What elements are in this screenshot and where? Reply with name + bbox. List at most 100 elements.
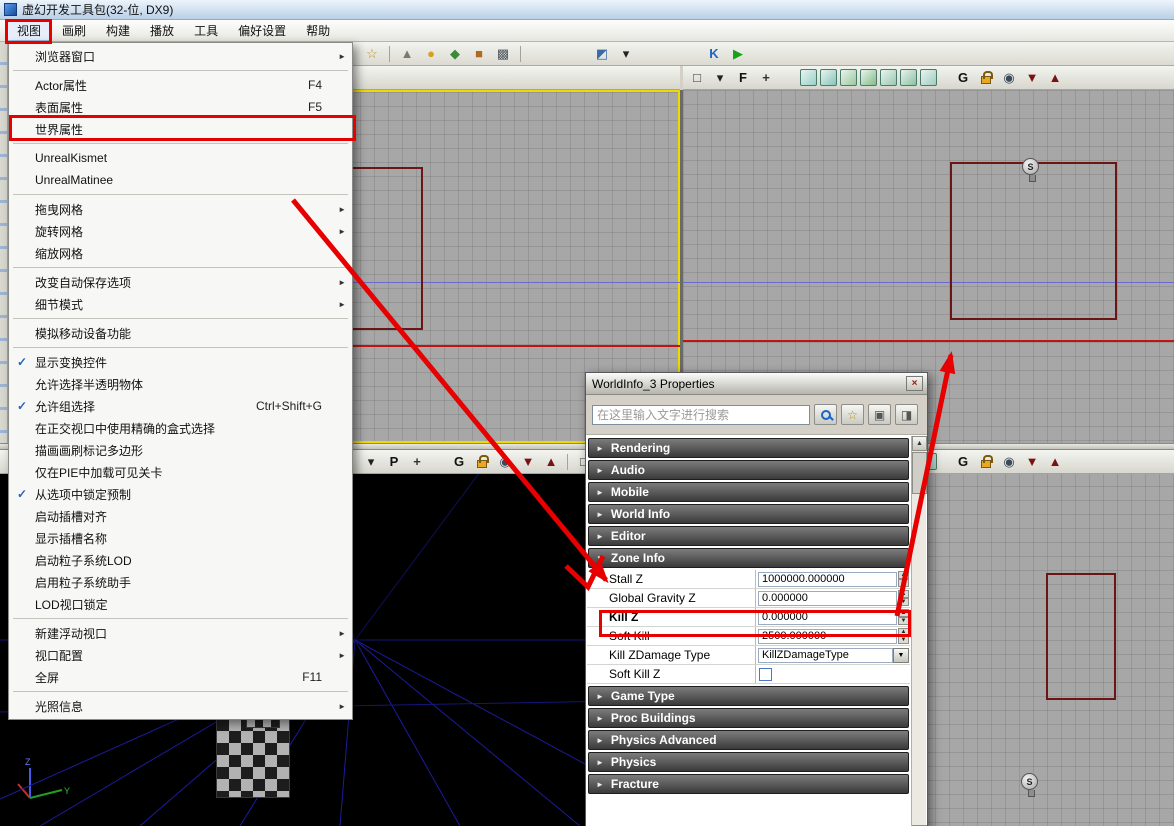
menu-item-surface-properties[interactable]: 表面属性F5 xyxy=(9,96,352,118)
lock-viewport-icon[interactable] xyxy=(976,68,996,88)
search-icon[interactable] xyxy=(814,404,837,425)
category-proc-buildings[interactable]: ►Proc Buildings xyxy=(588,708,909,728)
menu-item-drag-grid[interactable]: 拖曳网格► xyxy=(9,198,352,220)
window-titlebar[interactable]: 虚幻开发工具包(32-位, DX9) xyxy=(0,0,1174,20)
menu-item-socket-snapping[interactable]: 启动插槽对齐 xyxy=(9,505,352,527)
spin-down-icon[interactable]: ▼ xyxy=(898,617,909,625)
checker-cube[interactable] xyxy=(216,718,290,798)
spin-down-icon[interactable]: ▼ xyxy=(898,579,909,587)
brush-outline-bottom-right[interactable] xyxy=(1046,573,1116,700)
menu-item-scale-grid[interactable]: 缩放网格 xyxy=(9,242,352,264)
scrollbar-thumb[interactable] xyxy=(912,452,927,494)
menu-item-strict-box-selection[interactable]: 在正交视口中使用精确的盒式选择 xyxy=(9,417,352,439)
spin-up-icon[interactable]: ▲ xyxy=(898,609,909,617)
value-text[interactable]: 1000000.000000 xyxy=(758,572,897,587)
viewport-options-icon[interactable]: ▾ xyxy=(710,68,730,88)
socket-snap-icon[interactable]: ▼ xyxy=(518,452,538,472)
build-cover-icon[interactable]: ■ xyxy=(469,44,489,64)
menubar-item-preferences[interactable]: 偏好设置 xyxy=(228,20,296,41)
lit-mode-icon[interactable] xyxy=(860,69,877,86)
show-flags-icon[interactable]: ◉ xyxy=(495,452,515,472)
spin-up-icon[interactable]: ▲ xyxy=(898,590,909,598)
menu-item-unreal-matinee[interactable]: UnrealMatinee xyxy=(9,169,352,191)
menubar-item-view[interactable]: 视图 xyxy=(6,20,52,41)
menu-item-lod-viewport-lock[interactable]: LOD视口锁定 xyxy=(9,593,352,615)
menu-item-viewport-configuration[interactable]: 视口配置► xyxy=(9,644,352,666)
socket-lock-icon[interactable]: ▲ xyxy=(1045,452,1065,472)
category-fracture[interactable]: ►Fracture xyxy=(588,774,909,794)
category-audio[interactable]: ►Audio xyxy=(588,460,909,480)
menu-item-rotation-grid[interactable]: 旋转网格► xyxy=(9,220,352,242)
favorites-icon[interactable]: ☆ xyxy=(362,44,382,64)
menu-item-world-properties[interactable]: 世界属性 xyxy=(9,118,352,140)
spinner-control[interactable]: ▲▼ xyxy=(898,628,909,644)
category-rendering[interactable]: ►Rendering xyxy=(588,438,909,458)
menu-item-detail-mode[interactable]: 细节模式► xyxy=(9,293,352,315)
properties-scrollbar[interactable]: ▲ ▼ xyxy=(911,436,926,826)
advanced-options-icon[interactable]: ◨ xyxy=(895,404,918,425)
menubar-item-help[interactable]: 帮助 xyxy=(296,20,340,41)
close-icon[interactable]: × xyxy=(906,376,923,391)
unlit-mode-icon[interactable] xyxy=(840,69,857,86)
menu-item-emulate-mobile-features[interactable]: 模拟移动设备功能 xyxy=(9,322,352,344)
category-zone-info[interactable]: ▼Zone Info xyxy=(588,548,909,568)
game-view-icon[interactable]: G xyxy=(449,452,469,472)
light-actor-sprite[interactable]: S xyxy=(1022,158,1042,185)
copy-to-clipboard-icon[interactable]: ▣ xyxy=(868,404,891,425)
brush-outline-top-right[interactable] xyxy=(950,162,1117,320)
value-text[interactable]: 0.000000 xyxy=(758,591,897,606)
menu-item-lock-prefabs-from-selection[interactable]: ✓从选项中锁定预制 xyxy=(9,483,352,505)
menu-item-browser-windows[interactable]: 浏览器窗口► xyxy=(9,45,352,67)
wireframe-mode-icon[interactable] xyxy=(800,69,817,86)
value-text[interactable]: 0.000000 xyxy=(758,610,897,625)
menu-item-unreal-kismet[interactable]: UnrealKismet xyxy=(9,147,352,169)
menu-item-show-transform-widget[interactable]: ✓显示变换控件 xyxy=(9,351,352,373)
value-text[interactable]: 2500.000000 xyxy=(758,629,897,644)
front-view-label[interactable]: F xyxy=(733,68,753,88)
menubar-item-tools[interactable]: 工具 xyxy=(184,20,228,41)
spin-up-icon[interactable]: ▲ xyxy=(898,628,909,636)
shader-complexity-mode-icon[interactable] xyxy=(920,69,937,86)
build-lighting-icon[interactable]: ● xyxy=(421,44,441,64)
spin-down-icon[interactable]: ▼ xyxy=(898,636,909,644)
pie-options-icon[interactable]: ▾ xyxy=(616,44,636,64)
category-game-type[interactable]: ►Game Type xyxy=(588,686,909,706)
dropdown-arrow-icon[interactable]: ▼ xyxy=(893,648,909,663)
game-view-icon[interactable]: G xyxy=(953,452,973,472)
socket-snap-icon[interactable]: ▼ xyxy=(1022,68,1042,88)
menu-item-autosave-options[interactable]: 改变自动保存选项► xyxy=(9,271,352,293)
menu-item-allow-group-selection[interactable]: ✓允许组选择Ctrl+Shift+G xyxy=(9,395,352,417)
show-flags-icon[interactable]: ◉ xyxy=(999,452,1019,472)
value-text[interactable]: KillZDamageType xyxy=(758,648,893,663)
detail-lighting-mode-icon[interactable] xyxy=(880,69,897,86)
menubar-item-play[interactable]: 播放 xyxy=(140,20,184,41)
properties-window-titlebar[interactable]: WorldInfo_3 Properties × xyxy=(586,373,927,395)
spin-down-icon[interactable]: ▼ xyxy=(898,598,909,606)
socket-lock-icon[interactable]: ▲ xyxy=(541,452,561,472)
menu-item-particle-system-lod[interactable]: 启动粒子系统LOD xyxy=(9,549,352,571)
lock-viewport-icon[interactable] xyxy=(976,452,996,472)
menu-item-pie-visible-levels-only[interactable]: 仅在PIE中加载可见关卡 xyxy=(9,461,352,483)
build-all-icon[interactable]: ▩ xyxy=(493,44,513,64)
light-actor-sprite-2[interactable]: S xyxy=(1021,773,1041,800)
category-editor[interactable]: ►Editor xyxy=(588,526,909,546)
menu-item-show-socket-names[interactable]: 显示插槽名称 xyxy=(9,527,352,549)
lighting-only-mode-icon[interactable] xyxy=(900,69,917,86)
category-physics-advanced[interactable]: ►Physics Advanced xyxy=(588,730,909,750)
socket-lock-icon[interactable]: ▲ xyxy=(1045,68,1065,88)
play-in-editor-icon[interactable]: ▶ xyxy=(728,44,748,64)
show-flags-icon[interactable]: ◉ xyxy=(999,68,1019,88)
move-widget-icon[interactable]: + xyxy=(756,68,776,88)
brush-wireframe-mode-icon[interactable] xyxy=(820,69,837,86)
move-widget-icon[interactable]: + xyxy=(407,452,427,472)
spinner-control[interactable]: ▲▼ xyxy=(898,609,909,625)
checkbox[interactable] xyxy=(759,668,772,681)
socket-snap-icon[interactable]: ▼ xyxy=(1022,452,1042,472)
favorites-star-icon[interactable]: ☆ xyxy=(841,404,864,425)
category-world-info[interactable]: ►World Info xyxy=(588,504,909,524)
menu-item-particle-system-helper[interactable]: 启用粒子系统助手 xyxy=(9,571,352,593)
category-physics[interactable]: ►Physics xyxy=(588,752,909,772)
category-mobile[interactable]: ►Mobile xyxy=(588,482,909,502)
spinner-control[interactable]: ▲▼ xyxy=(898,590,909,606)
build-paths-icon[interactable]: ◆ xyxy=(445,44,465,64)
